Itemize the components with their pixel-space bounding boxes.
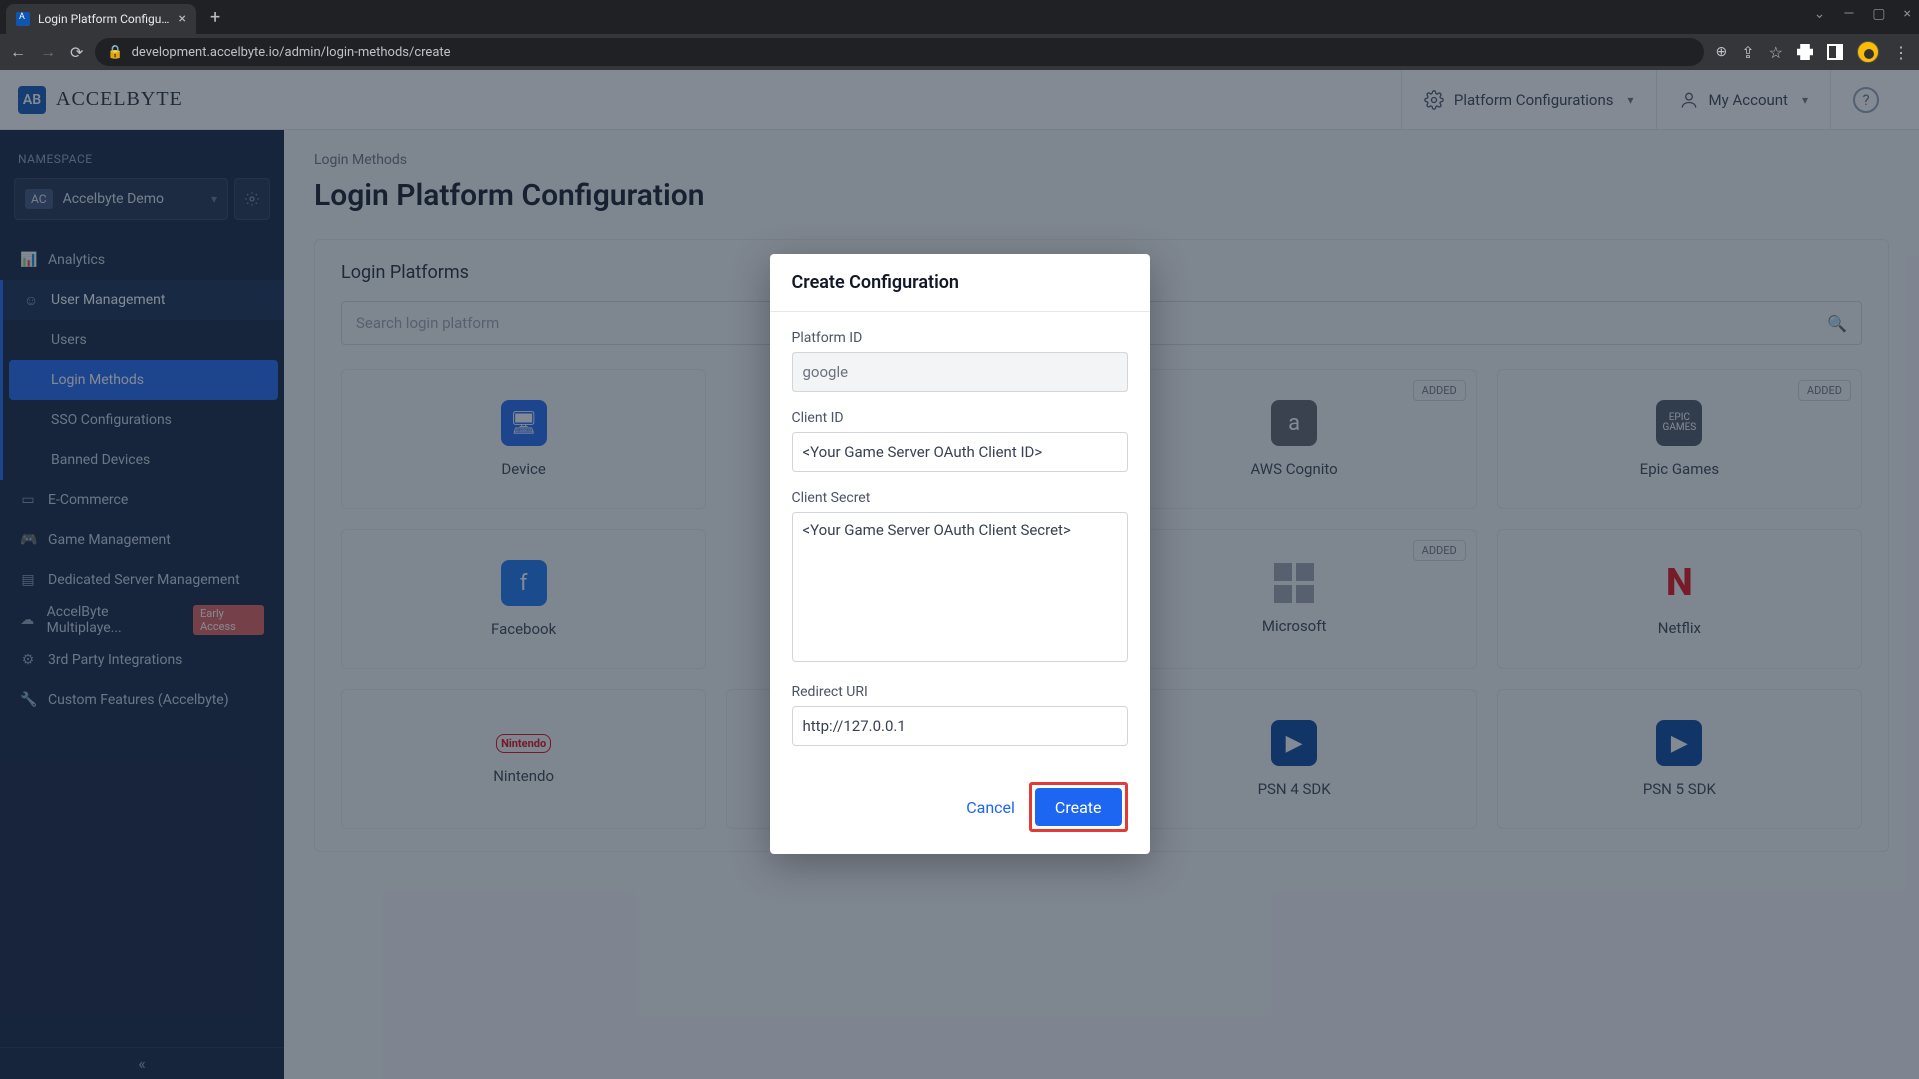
minimize-icon[interactable]: — — [1843, 6, 1854, 22]
platform-id-input — [792, 352, 1128, 392]
client-secret-input[interactable]: <Your Game Server OAuth Client Secret> — [792, 512, 1128, 662]
url-text: development.accelbyte.io/admin/login-met… — [132, 45, 451, 60]
window-close-icon[interactable]: × — [1904, 6, 1911, 22]
client-id-label: Client ID — [792, 410, 1128, 426]
maximize-icon[interactable]: ▢ — [1872, 6, 1885, 22]
extensions-icon[interactable] — [1797, 44, 1813, 60]
tab-favicon — [16, 12, 30, 26]
lock-icon: 🔒 — [107, 45, 123, 60]
client-id-input[interactable] — [792, 432, 1128, 472]
client-secret-label: Client Secret — [792, 490, 1128, 506]
modal-title: Create Configuration — [770, 254, 1150, 312]
tab-title: Login Platform Configuration | A — [38, 12, 171, 26]
reload-icon[interactable]: ⟳ — [70, 43, 83, 62]
url-field[interactable]: 🔒 development.accelbyte.io/admin/login-m… — [95, 38, 1703, 66]
create-configuration-modal: Create Configuration Platform ID Client … — [770, 254, 1150, 854]
profile-avatar[interactable] — [1857, 41, 1879, 63]
redirect-uri-input[interactable] — [792, 706, 1128, 746]
platform-id-label: Platform ID — [792, 330, 1128, 346]
back-icon[interactable]: ← — [10, 42, 26, 62]
chevron-down-icon[interactable]: ⌄ — [1814, 6, 1826, 22]
cancel-button[interactable]: Cancel — [966, 798, 1015, 817]
zoom-icon[interactable]: ⊕ — [1716, 44, 1728, 60]
forward-icon: → — [40, 42, 56, 62]
new-tab-button[interactable]: + — [210, 7, 220, 28]
create-button-highlight: Create — [1029, 782, 1128, 832]
menu-icon[interactable]: ⋮ — [1893, 43, 1909, 62]
redirect-uri-label: Redirect URI — [792, 684, 1128, 700]
star-icon[interactable]: ☆ — [1769, 43, 1783, 62]
browser-tab[interactable]: Login Platform Configuration | A × — [6, 4, 196, 34]
sidepanel-icon[interactable] — [1827, 44, 1843, 60]
create-button[interactable]: Create — [1035, 788, 1122, 826]
share-icon[interactable]: ⇪ — [1741, 43, 1754, 62]
tab-close-icon[interactable]: × — [179, 11, 186, 27]
